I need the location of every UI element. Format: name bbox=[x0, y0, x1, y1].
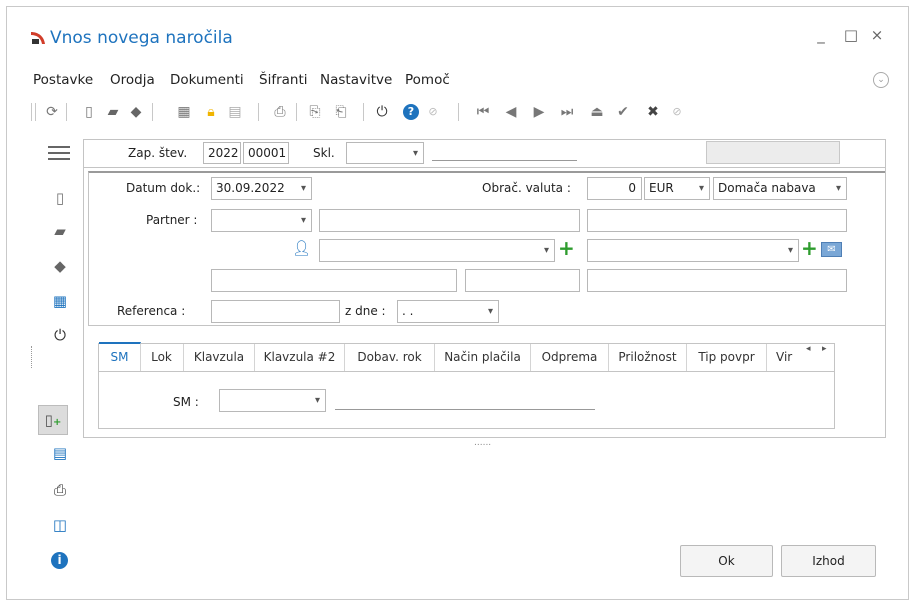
menu-dokumenti[interactable]: Dokumenti bbox=[170, 72, 244, 88]
zap-year-field[interactable]: 2022 bbox=[203, 142, 241, 164]
window-title: Vnos novega naročila bbox=[50, 28, 233, 48]
last-record-icon[interactable]: ⏭ bbox=[558, 103, 576, 121]
calculator-icon[interactable]: ▦ bbox=[175, 103, 193, 121]
lock-icon[interactable]: 🔒︎ bbox=[202, 103, 220, 121]
zap-number-field[interactable]: 00001 bbox=[243, 142, 289, 164]
eraser-icon[interactable]: ◆ bbox=[127, 103, 145, 121]
collapse-ribbon-icon[interactable]: ⌄ bbox=[873, 72, 889, 88]
confirm-icon[interactable]: ✔ bbox=[614, 103, 632, 121]
new-document-icon[interactable]: ▯ bbox=[80, 103, 98, 121]
toolbar-separator bbox=[66, 103, 67, 121]
first-record-icon[interactable]: ⏮ bbox=[474, 103, 492, 121]
app-logo-icon bbox=[31, 32, 45, 44]
eraser-icon[interactable]: ◆ bbox=[50, 257, 70, 275]
help-icon[interactable]: ? bbox=[403, 104, 419, 120]
menu-postavke[interactable]: Postavke bbox=[33, 72, 93, 88]
minimize-button[interactable]: _ bbox=[812, 26, 830, 44]
add-item-button[interactable]: ▯+ bbox=[38, 405, 68, 435]
hamburger-icon[interactable] bbox=[48, 146, 70, 160]
menu-nastavitve[interactable]: Nastavitve bbox=[320, 72, 392, 88]
expand-icon[interactable]: ⊘ bbox=[424, 103, 442, 121]
calendar-icon[interactable]: ▦ bbox=[50, 292, 70, 310]
menu-sifranti[interactable]: Šifranti bbox=[259, 72, 308, 88]
toolbar-separator bbox=[152, 103, 153, 121]
next-record-icon[interactable]: ▶ bbox=[530, 103, 548, 121]
exit-button[interactable]: Izhod bbox=[781, 545, 876, 577]
power-icon[interactable]: ⏻ bbox=[373, 103, 391, 121]
skl-description-line bbox=[432, 160, 577, 161]
toolbar-grip bbox=[35, 103, 36, 121]
status-field bbox=[706, 141, 840, 164]
maximize-button[interactable]: □ bbox=[842, 26, 860, 44]
grid-icon[interactable]: ▤ bbox=[226, 103, 244, 121]
close-button[interactable]: × bbox=[868, 26, 886, 44]
toolbar-separator bbox=[458, 103, 459, 121]
power-icon[interactable]: ⏻ bbox=[50, 326, 70, 344]
new-document-icon[interactable]: ▯ bbox=[50, 189, 70, 207]
splitter-grip[interactable] bbox=[31, 346, 33, 368]
menu-orodja[interactable]: Orodja bbox=[110, 72, 155, 88]
toolbar-separator bbox=[296, 103, 297, 121]
toolbar-grip bbox=[31, 103, 32, 121]
menu-pomoc[interactable]: Pomoč bbox=[405, 72, 450, 88]
toolbar-separator bbox=[258, 103, 259, 121]
ok-button[interactable]: Ok bbox=[680, 545, 773, 577]
zap-label: Zap. štev. bbox=[128, 146, 188, 160]
cancel-icon[interactable]: ✖ bbox=[644, 103, 662, 121]
eject-icon[interactable]: ⏏ bbox=[588, 103, 606, 121]
options-icon[interactable]: ⊘ bbox=[668, 103, 686, 121]
splitter-handle[interactable]: ...... bbox=[474, 438, 491, 448]
columns-icon[interactable]: ◫ bbox=[50, 516, 70, 534]
copy-icon[interactable]: ⎘ bbox=[306, 103, 324, 121]
prev-record-icon[interactable]: ◀ bbox=[502, 103, 520, 121]
folder-icon[interactable]: ▰ bbox=[104, 103, 122, 121]
print-icon[interactable]: ⎙ bbox=[271, 103, 289, 121]
toolbar-separator bbox=[363, 103, 364, 121]
refresh-icon[interactable]: ⟳ bbox=[43, 103, 61, 121]
print-icon[interactable]: ⎙ bbox=[50, 481, 70, 499]
folder-icon[interactable]: ▰ bbox=[50, 222, 70, 240]
skl-dropdown[interactable] bbox=[346, 142, 424, 164]
paste-icon[interactable]: ⎗ bbox=[332, 103, 350, 121]
form-frame bbox=[83, 168, 886, 438]
info-icon[interactable]: i bbox=[51, 552, 68, 569]
table-search-icon[interactable]: ▤ bbox=[50, 444, 70, 462]
skl-label: Skl. bbox=[313, 146, 335, 160]
